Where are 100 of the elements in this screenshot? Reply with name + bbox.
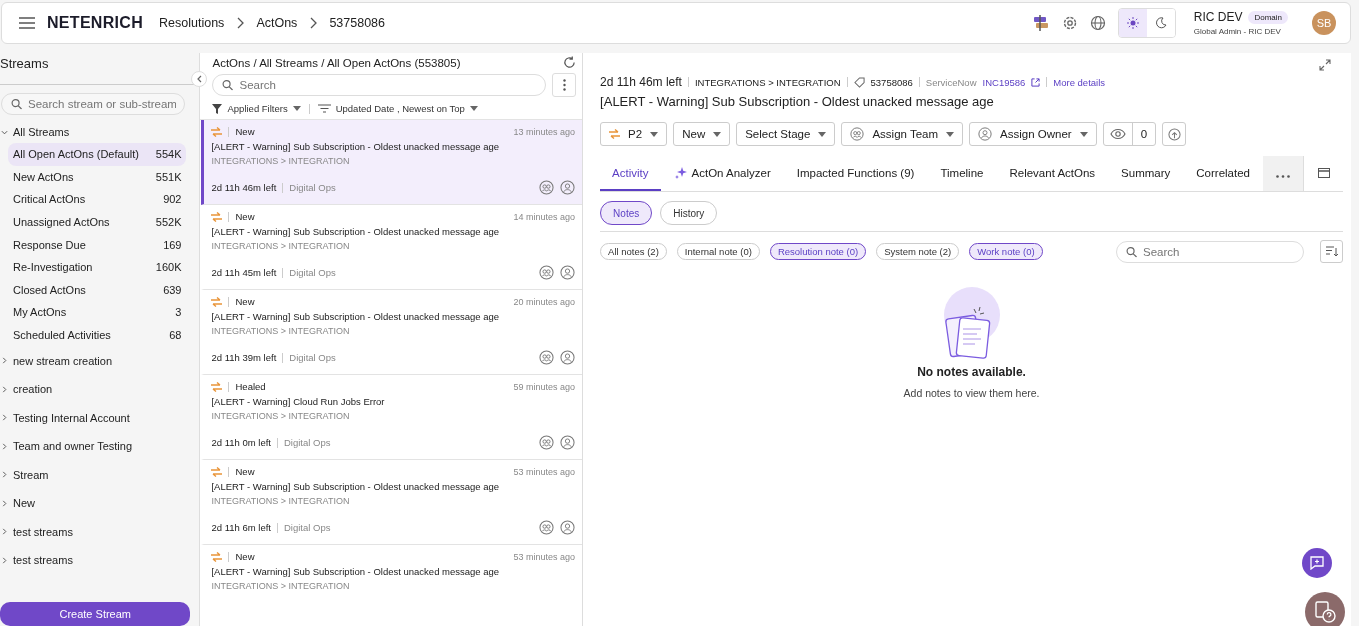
list-search-field[interactable]: Search bbox=[212, 74, 547, 96]
acton-card[interactable]: New 53 minutes ago [ALERT - Warning] Sub Subscription - Oldest unacked message age INTEGRATIONS > INTEGRATION 2d 11h 6m left Digital Ops bbox=[201, 460, 583, 545]
acton-title: [ALERT - Warning] Sub Subscription - Oldest unacked message age bbox=[211, 311, 501, 322]
sort-button[interactable] bbox=[1320, 240, 1343, 263]
stream-item[interactable]: Re-Investigation 160K bbox=[8, 255, 187, 279]
tag-icon bbox=[853, 76, 865, 88]
chevron-right-icon bbox=[1, 499, 8, 507]
stream-search-field[interactable]: Search stream or sub-stream bbox=[1, 93, 186, 115]
team-icon[interactable] bbox=[539, 180, 555, 195]
team-label: Digital Ops bbox=[289, 267, 336, 278]
collapse-button[interactable] bbox=[191, 71, 208, 87]
time-left-label: 2d 11h 0m left bbox=[211, 437, 271, 448]
stream-item[interactable]: Unassigned ActOns 552K bbox=[8, 210, 187, 234]
chevron-down-icon bbox=[1, 128, 8, 136]
stream-count: 169 bbox=[163, 238, 182, 251]
stream-item[interactable]: Critical ActOns 902 bbox=[8, 188, 187, 211]
caret-icon bbox=[818, 131, 827, 137]
category-label: INTEGRATIONS > INTEGRATION bbox=[211, 581, 351, 591]
acton-title: [ALERT - Warning] Sub Subscription - Oldest unacked message age bbox=[211, 141, 501, 152]
stream-item[interactable]: My ActOns 3 bbox=[8, 301, 187, 324]
subtab[interactable]: History bbox=[660, 201, 718, 225]
stream-group[interactable]: Testing Internal Account bbox=[0, 403, 200, 432]
applied-filters-button[interactable]: Applied Filters bbox=[212, 103, 301, 114]
list-breadcrumb: ActOns / All Streams / All Open ActOns (553805) bbox=[212, 56, 461, 69]
stream-item[interactable]: Scheduled Activities 68 bbox=[8, 323, 187, 347]
category-label: INTEGRATIONS > INTEGRATION bbox=[211, 411, 351, 421]
action-button[interactable] bbox=[1162, 122, 1187, 146]
stream-group[interactable]: Stream bbox=[0, 460, 200, 489]
watchers-button[interactable]: 0 bbox=[1102, 122, 1157, 146]
stream-label: All Open ActOns (Default) bbox=[13, 148, 139, 161]
note-filter-chip[interactable]: Work note (0) bbox=[969, 243, 1043, 260]
chevron-right-icon bbox=[236, 17, 245, 29]
ticket-link[interactable]: INC19586 bbox=[982, 76, 1026, 88]
acton-title: [ALERT - Warning] Sub Subscription - Oldest unacked message age bbox=[600, 94, 995, 109]
stream-count: 902 bbox=[163, 193, 182, 206]
acton-card[interactable]: New 14 minutes ago [ALERT - Warning] Sub Subscription - Oldest unacked message age INTEGRATIONS > INTEGRATION 2d 11h 45m left Digital Ops bbox=[201, 205, 583, 290]
stream-label: Unassigned ActOns bbox=[13, 216, 110, 229]
team-icon[interactable] bbox=[539, 520, 555, 535]
stream-group[interactable]: test streams bbox=[0, 545, 200, 575]
stream-item[interactable]: New ActOns 551K bbox=[8, 165, 187, 189]
help-button[interactable] bbox=[1305, 592, 1345, 626]
acton-id: 53758086 bbox=[870, 76, 913, 88]
status-label: New bbox=[235, 551, 255, 562]
note-filter-chip[interactable]: System note (2) bbox=[876, 243, 960, 260]
breadcrumb-link[interactable]: Resolutions bbox=[159, 16, 225, 30]
settings-icon[interactable] bbox=[1061, 15, 1078, 31]
assign-team-dropdown[interactable]: Assign Team bbox=[841, 122, 964, 146]
priority-dropdown[interactable]: P2 bbox=[600, 122, 668, 146]
expand-icon[interactable] bbox=[1319, 59, 1331, 71]
create-stream-button[interactable]: Create Stream bbox=[0, 602, 191, 626]
dropdown-button[interactable]: Select Stage bbox=[736, 122, 836, 146]
note-filter-chip[interactable]: All notes (2) bbox=[600, 243, 667, 260]
logo[interactable]: NETENRICH bbox=[47, 14, 144, 32]
subtab[interactable]: Notes bbox=[600, 201, 653, 225]
caret-icon bbox=[946, 131, 955, 137]
priority-arrows-icon bbox=[211, 551, 223, 562]
acton-card[interactable]: Healed 59 minutes ago [ALERT - Warning] Cloud Run Jobs Error INTEGRATIONS > INTEGRATION 2d 11h 0m left Digital Ops bbox=[201, 375, 583, 460]
stream-item[interactable]: Response Due 169 bbox=[8, 233, 187, 256]
team-icon[interactable] bbox=[539, 350, 555, 365]
stream-group[interactable]: New bbox=[0, 488, 200, 518]
acton-card[interactable]: New 20 minutes ago [ALERT - Warning] Sub Subscription - Oldest unacked message age INTEGRATIONS > INTEGRATION 2d 11h 39m left Digital Ops bbox=[201, 290, 583, 375]
stream-group[interactable]: All Streams bbox=[0, 121, 200, 143]
notes-search-field[interactable]: Search bbox=[1116, 240, 1304, 263]
globe-icon[interactable] bbox=[1089, 15, 1106, 31]
user-icon[interactable] bbox=[560, 435, 576, 450]
note-filter-chip[interactable]: Resolution note (0) bbox=[769, 243, 867, 260]
chat-button[interactable] bbox=[1302, 548, 1332, 578]
refresh-icon[interactable] bbox=[563, 56, 577, 69]
caret-icon bbox=[292, 106, 301, 111]
user-icon[interactable] bbox=[560, 180, 576, 195]
user-icon[interactable] bbox=[560, 520, 576, 535]
sort-button[interactable]: Updated Date , Newest on Top bbox=[317, 103, 478, 114]
priority-arrows-icon bbox=[211, 296, 223, 307]
stream-group[interactable]: creation bbox=[0, 374, 200, 404]
team-icon[interactable] bbox=[539, 265, 555, 280]
more-details-link[interactable]: More details bbox=[1053, 76, 1106, 88]
light-mode-button[interactable] bbox=[1118, 9, 1147, 37]
category-label: INTEGRATIONS > INTEGRATION bbox=[211, 326, 351, 336]
stream-item[interactable]: Closed ActOns 639 bbox=[8, 278, 187, 302]
dropdown-button[interactable]: New bbox=[673, 122, 731, 146]
chevron-right-icon bbox=[1, 414, 8, 422]
search-icon bbox=[222, 79, 234, 91]
external-link-icon[interactable] bbox=[1031, 77, 1041, 87]
user-icon[interactable] bbox=[560, 265, 576, 280]
breadcrumb-link[interactable]: ActOns bbox=[256, 16, 298, 30]
stream-label: Response Due bbox=[13, 238, 86, 251]
acton-card[interactable]: New 53 minutes ago [ALERT - Warning] Sub Subscription - Oldest unacked message age INTEGRATIONS > INTEGRATION bbox=[201, 545, 583, 626]
user-icon[interactable] bbox=[560, 350, 576, 365]
acton-card[interactable]: New 13 minutes ago [ALERT - Warning] Sub Subscription - Oldest unacked message age INTEGRATIONS > INTEGRATION 2d 11h 46m left Digital Ops bbox=[201, 120, 583, 205]
stream-group[interactable]: new stream creation bbox=[0, 346, 200, 375]
stream-group[interactable]: test streams bbox=[0, 517, 200, 546]
team-icon[interactable] bbox=[539, 435, 555, 450]
priority-arrows-icon bbox=[211, 381, 223, 392]
stream-group[interactable]: Team and owner Testing bbox=[0, 431, 200, 461]
assign-owner-dropdown[interactable]: Assign Owner bbox=[969, 122, 1097, 146]
stream-item[interactable]: All Open ActOns (Default) 554K bbox=[8, 143, 187, 166]
menu-icon[interactable] bbox=[19, 17, 35, 29]
stream-count: 551K bbox=[155, 170, 182, 183]
note-filter-chip[interactable]: Internal note (0) bbox=[676, 243, 760, 260]
signpost-icon[interactable] bbox=[1031, 15, 1050, 31]
